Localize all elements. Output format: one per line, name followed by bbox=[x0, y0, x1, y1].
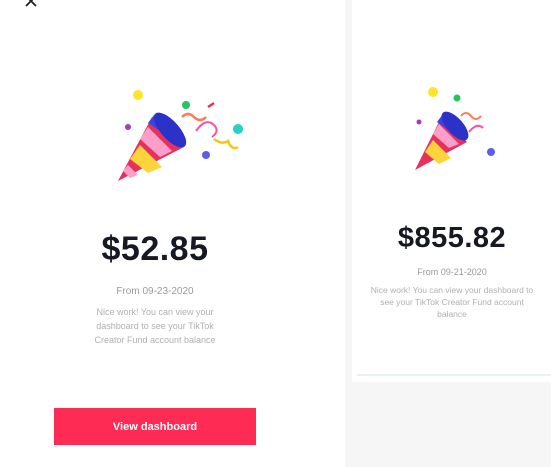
balance-amount: $855.82 bbox=[397, 222, 507, 254]
info-message: Nice work! You can view your dashboard t… bbox=[94, 307, 216, 345]
party-popper-icon bbox=[118, 90, 243, 181]
payout-date: From 09-23-2020 bbox=[116, 286, 194, 297]
right-card bbox=[352, 0, 551, 382]
info-message: Nice work! You can view your dashboard t… bbox=[370, 285, 534, 319]
payout-date: From 09-21-2020 bbox=[417, 267, 487, 277]
party-popper-icon bbox=[415, 87, 495, 170]
divider bbox=[357, 374, 551, 376]
close-icon[interactable] bbox=[24, 0, 38, 8]
view-dashboard-button[interactable]: View dashboard bbox=[54, 408, 256, 445]
balance-amount: $52.85 bbox=[101, 230, 209, 268]
